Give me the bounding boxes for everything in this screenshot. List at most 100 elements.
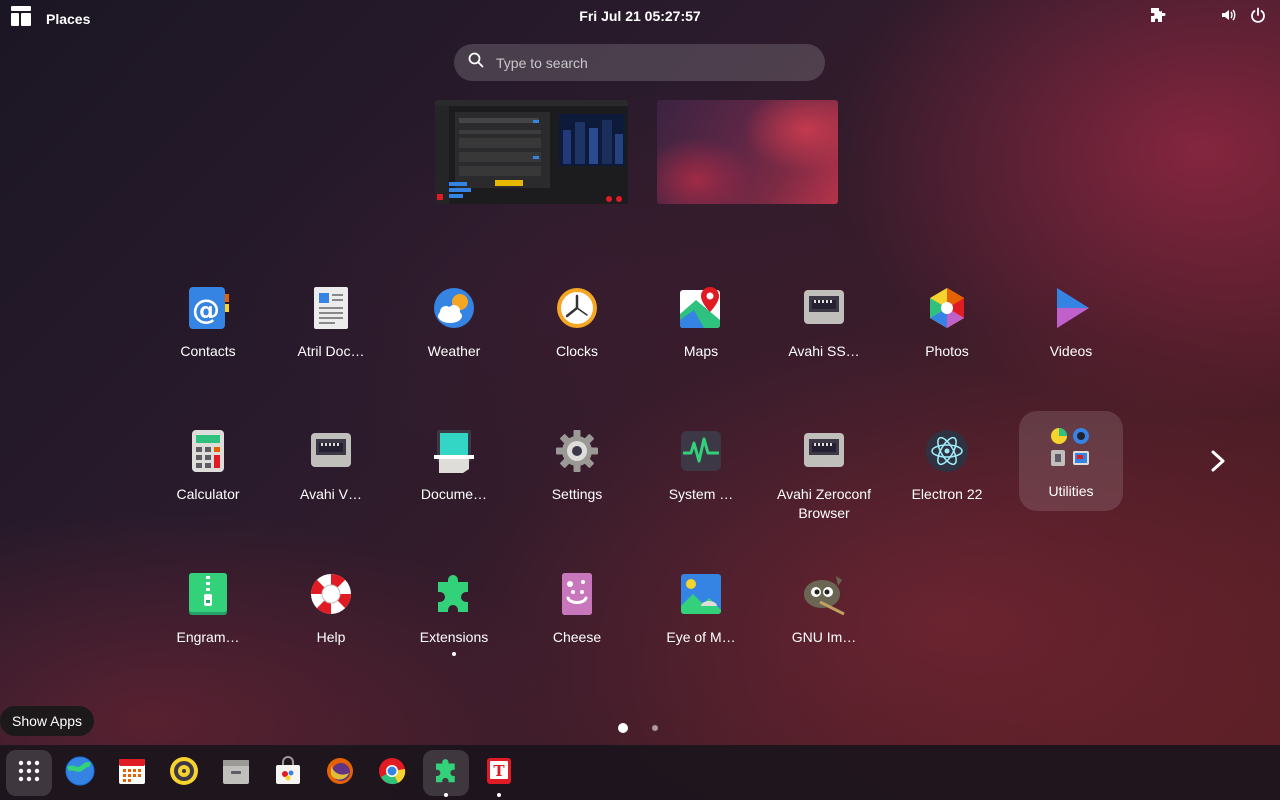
dash-chrome[interactable] [369,750,415,796]
electron-icon [923,427,971,475]
avahi-vnc-icon [307,427,355,475]
app-eye-of-mate[interactable]: Eye of M… [649,570,753,647]
app-label: Calculator [176,486,240,502]
app-cheese[interactable]: Cheese [525,570,629,647]
dash-rhythmbox[interactable] [161,750,207,796]
calendar-icon [117,756,147,791]
app-clocks[interactable]: Clocks [525,284,629,361]
top-bar-left: Places [10,5,90,32]
search-bar[interactable] [454,44,825,81]
app-label: Avahi V… [300,486,362,502]
chrome-icon [377,756,407,791]
cheese-icon [553,570,601,618]
top-bar: Places Fri Jul 21 05:27:57 [0,0,1280,32]
app-label: Avahi Zeroconf Browser [777,486,871,521]
app-label: Avahi SS… [788,343,860,359]
show-apps-tooltip: Show Apps [0,706,95,736]
app-label: Atril Doc… [297,343,365,359]
power-icon[interactable] [1250,7,1266,28]
app-maps[interactable]: Maps [649,284,753,361]
avahi-ssh-icon [800,284,848,332]
app-avahi-zeroconf[interactable]: Avahi Zeroconf Browser [772,427,876,523]
photos-icon [923,284,971,332]
dash-software-store[interactable] [265,750,311,796]
next-page-arrow[interactable] [1203,446,1233,476]
text-editor-icon: T [484,756,514,791]
running-indicator [497,793,501,797]
clock[interactable]: Fri Jul 21 05:27:57 [579,8,700,24]
puzzle-icon[interactable] [1150,7,1166,28]
system-monitor-icon [677,427,725,475]
app-engrampa[interactable]: Engram… [156,570,260,647]
app-label: Utilities [1048,483,1094,499]
extensions-puzzle-icon [431,756,461,791]
app-photos[interactable]: Photos [895,284,999,361]
atril-document-viewer-icon [307,284,355,332]
dash-calendar[interactable] [109,750,155,796]
app-label: Eye of M… [666,629,736,645]
app-label: System … [668,486,734,502]
file-manager-icon [221,756,251,791]
dash-extensions-puzzle[interactable] [423,750,469,797]
app-system-monitor[interactable]: System … [649,427,753,504]
app-contacts[interactable]: @ Contacts [156,284,260,361]
settings-gear-icon [553,427,601,475]
app-label: Photos [925,343,969,359]
app-avahi-ssh[interactable]: Avahi SS… [772,284,876,361]
app-label: Clocks [555,343,598,359]
maps-icon [677,284,725,332]
dash-firefox[interactable] [317,750,363,796]
help-lifebuoy-icon [307,570,355,618]
app-electron[interactable]: Electron 22 [895,427,999,504]
dash-file-manager[interactable] [213,750,259,796]
app-utilities-folder[interactable]: Utilities [1019,411,1123,511]
gimp-icon [800,570,848,618]
grid-layout-icon[interactable] [10,5,32,32]
app-label: GNU Im… [791,629,857,645]
app-label: Cheese [552,629,602,645]
avahi-zeroconf-icon [800,427,848,475]
rhythmbox-icon [169,756,199,791]
svg-text:@: @ [192,293,220,326]
app-help-lifebuoy[interactable]: Help [279,570,383,647]
app-label: Maps [683,343,719,359]
page-indicator-2[interactable] [652,725,658,731]
utilities-folder-icon [1047,424,1095,472]
weather-icon [430,284,478,332]
app-label: Weather [427,343,481,359]
app-videos[interactable]: Videos [1019,284,1123,361]
app-atril-document-viewer[interactable]: Atril Doc… [279,284,383,361]
dash-text-editor[interactable]: T [476,750,522,797]
app-label: Electron 22 [911,486,983,502]
calculator-icon [184,427,232,475]
app-label: Contacts [180,343,236,359]
eye-of-mate-icon [677,570,725,618]
app-gimp[interactable]: GNU Im… [772,570,876,647]
running-indicator [452,652,456,656]
svg-text:T: T [493,762,505,780]
system-tray [1150,7,1266,28]
dash: T [0,745,1280,800]
search-input[interactable] [496,54,786,71]
app-label: Help [316,629,346,645]
software-store-icon [273,755,303,791]
speaker-icon[interactable] [1220,7,1236,28]
search-icon [468,52,484,73]
app-calculator[interactable]: Calculator [156,427,260,504]
app-weather[interactable]: Weather [402,284,506,361]
firefox-icon [325,756,355,791]
page-indicator-1[interactable] [618,723,628,733]
places-menu[interactable]: Places [46,11,90,27]
app-label: Settings [551,486,603,502]
app-settings-gear[interactable]: Settings [525,427,629,504]
app-avahi-vnc[interactable]: Avahi V… [279,427,383,504]
show-apps-icon [16,758,42,789]
app-label: Engram… [176,629,240,645]
workspace-thumbnail-2[interactable] [657,100,838,204]
workspace-thumbnail-1[interactable] [435,100,628,204]
app-extensions-puzzle[interactable]: Extensions [402,570,506,656]
dash-browser-globe[interactable] [57,750,103,796]
contacts-icon: @ [184,284,232,332]
dash-show-apps[interactable] [6,750,52,796]
app-document-scanner[interactable]: Docume… [402,427,506,504]
